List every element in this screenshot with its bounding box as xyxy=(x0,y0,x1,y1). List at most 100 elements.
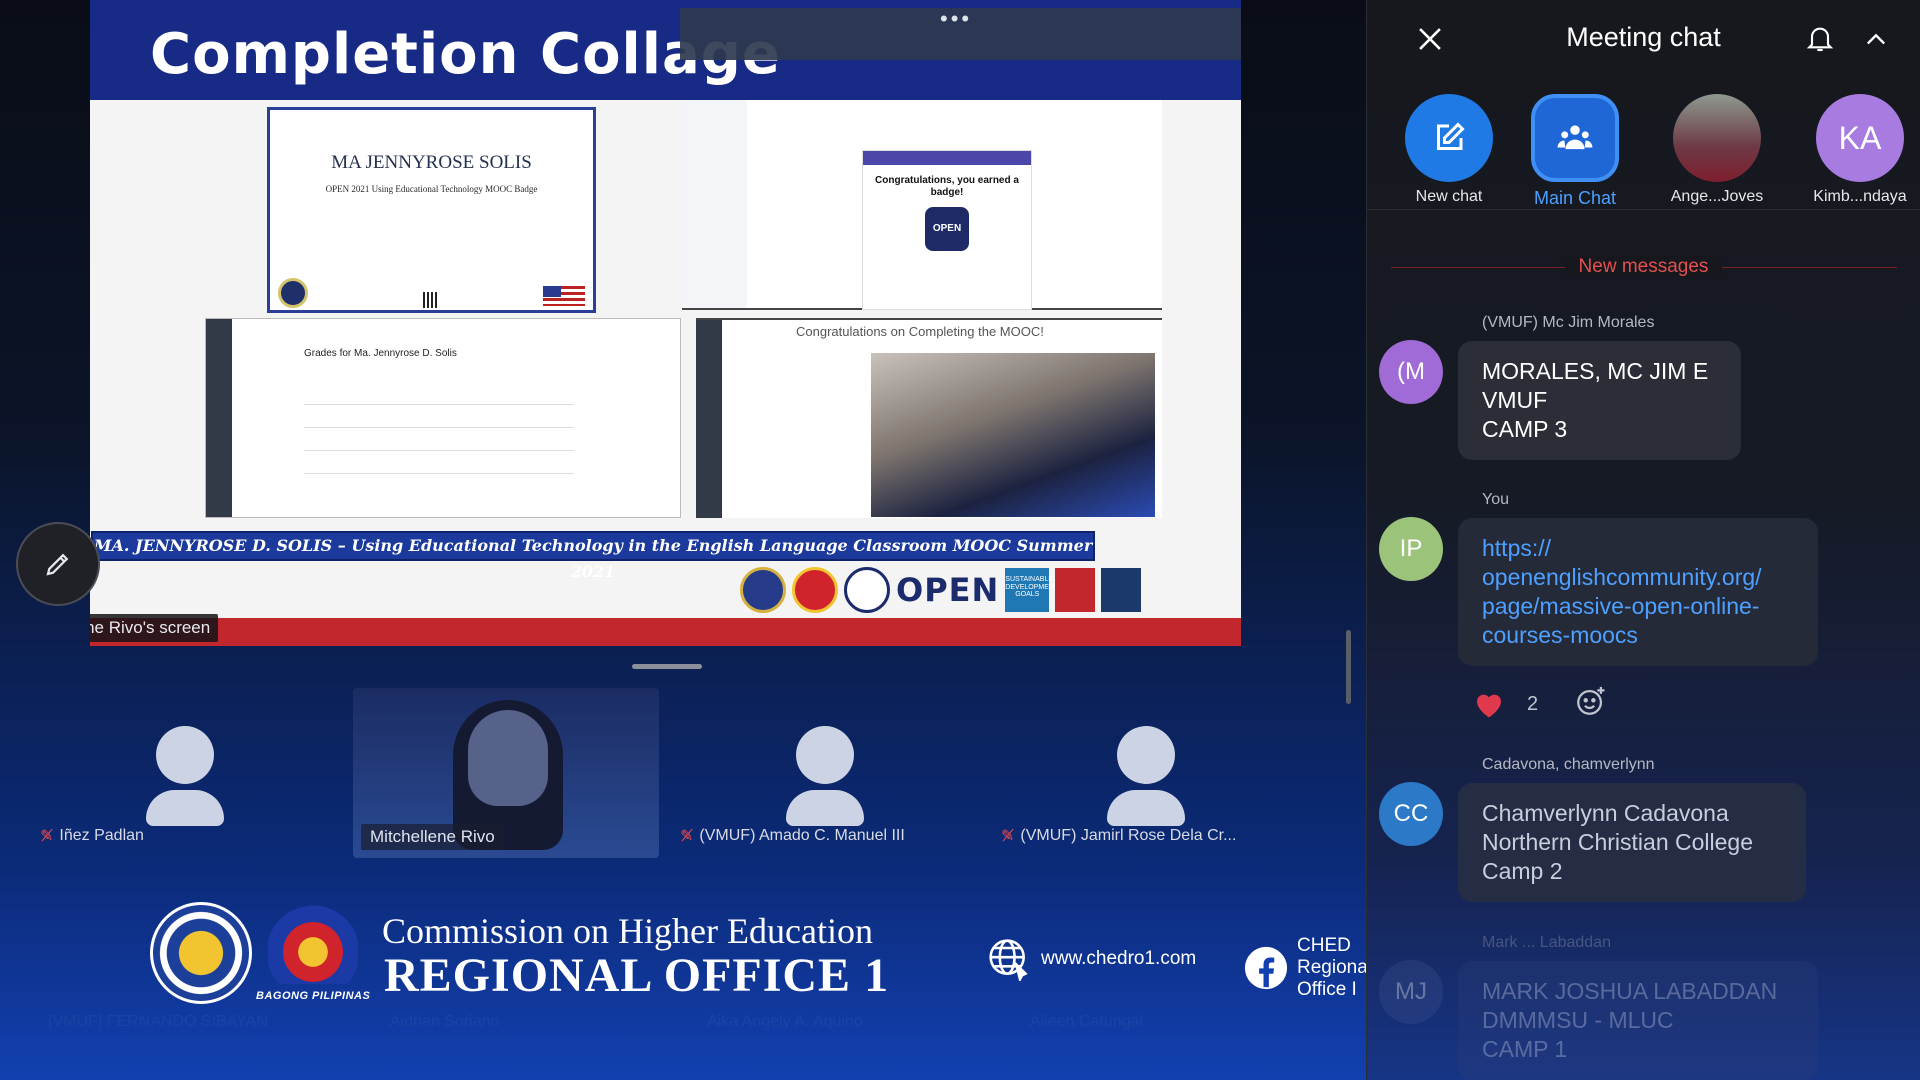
pencil-icon xyxy=(46,553,69,576)
collapse-button[interactable] xyxy=(1862,26,1890,59)
avatar xyxy=(1673,94,1761,182)
ched-name: Commission on Higher Education xyxy=(382,911,873,951)
participant-tile[interactable]: ✎̸ (VMUF) Amado C. Manuel III xyxy=(672,688,977,858)
mooc-title: Congratulations on Completing the MOOC! xyxy=(796,324,1044,339)
tab-label: New chat xyxy=(1415,188,1483,205)
tab-label: Main Chat xyxy=(1533,188,1617,208)
avatar: (M xyxy=(1379,340,1443,404)
sdg-17-icon xyxy=(1101,568,1142,612)
website-link: www.chedro1.com xyxy=(985,935,1196,983)
grades-table xyxy=(304,404,574,496)
meeting-chat-panel[interactable]: Meeting chat New chat Main Chat Ange...J… xyxy=(1366,0,1920,1080)
certificate-banner: MA. JENNYROSE D. SOLIS – Using Education… xyxy=(91,531,1095,581)
reaction-count: 2 xyxy=(1527,692,1539,715)
bagong-pilipinas-text: BAGONG PILIPINAS xyxy=(256,990,371,1002)
qr-code-icon xyxy=(423,292,439,308)
ched-office: REGIONAL OFFICE 1 xyxy=(384,949,890,1002)
avatar-placeholder-icon xyxy=(785,726,864,826)
mooc-completion-screenshot: Congratulations on Completing the MOOC! xyxy=(696,318,1162,518)
participant-name: (VMUF) Amado C. Manuel III xyxy=(699,827,905,844)
avatar: MJ xyxy=(1379,960,1443,1024)
region-seal-icon xyxy=(844,567,890,613)
open-logo: OPEN xyxy=(896,571,1000,609)
heart-reaction[interactable]: 2 xyxy=(1473,689,1538,719)
tab-main-chat[interactable]: Main Chat xyxy=(1515,90,1635,209)
tab-label: Ange...Joves xyxy=(1670,188,1764,205)
group-icon xyxy=(1557,125,1593,150)
certificate-image: MA JENNYROSE SOLIS OPEN 2021 Using Educa… xyxy=(267,107,596,313)
grades-sidebar xyxy=(206,319,232,517)
badge-card-text: Congratulations, you earned a badge! xyxy=(875,175,1019,198)
new-messages-label: New messages xyxy=(1564,256,1723,277)
bagong-pilipinas-icon xyxy=(792,567,838,613)
partner-logos: OPEN SUSTAINABLE DEVELOPMENT GOALS xyxy=(740,565,1241,615)
chat-header: Meeting chat xyxy=(1367,0,1920,80)
mooc-sidebar xyxy=(696,320,722,518)
globe-icon xyxy=(985,935,1033,983)
heart-icon xyxy=(1477,694,1501,718)
avatar: CC xyxy=(1379,782,1443,846)
tab-label: Kimb...ndaya xyxy=(1813,188,1907,205)
message-bubble[interactable]: MARK JOSHUA LABADDAN DMMMSU - MLUC CAMP … xyxy=(1458,961,1818,1080)
tab-private-chat[interactable]: Ange...Joves xyxy=(1657,90,1777,206)
add-reaction-button[interactable] xyxy=(1574,684,1608,724)
chat-tabs: New chat Main Chat Ange...Joves KA Kimb.… xyxy=(1367,90,1920,210)
annotate-button[interactable] xyxy=(16,522,100,606)
participant-tile[interactable]: ✎̸ (VMUF) Jamirl Rose Dela Cr... xyxy=(993,688,1298,858)
participant-name: Mitchellene Rivo xyxy=(361,824,504,850)
share-footer-bar xyxy=(90,618,1241,646)
mic-off-icon: ✎̸ xyxy=(40,828,54,845)
ched-brand-overlay: BAGONG PILIPINAS Commission on Higher Ed… xyxy=(0,880,1752,1030)
screen-owner-label: Mitchellene Rivo's screen xyxy=(90,614,219,642)
participant-video xyxy=(468,710,548,806)
avatar: KA xyxy=(1816,94,1904,182)
message-sender: Cadavona, chamverlynn xyxy=(1482,756,1655,773)
chat-scrollbar[interactable] xyxy=(1346,630,1351,704)
grades-title: Grades for Ma. Jennyrose D. Solis xyxy=(304,348,457,359)
facebook-text: CHED Regional Office I xyxy=(1297,935,1372,1000)
tab-private-chat[interactable]: KA Kimb...ndaya xyxy=(1800,90,1920,206)
stage-resize-handle[interactable] xyxy=(632,664,702,669)
avatar: IP xyxy=(1379,517,1443,581)
mic-off-icon: ✎̸ xyxy=(680,828,694,845)
grades-screenshot: Grades for Ma. Jennyrose D. Solis xyxy=(205,318,681,518)
certificate-subtitle: OPEN 2021 Using Educational Technology M… xyxy=(325,184,538,194)
facebook-icon xyxy=(1243,944,1289,992)
message-sender: Mark ... Labaddan xyxy=(1482,934,1611,951)
participant-name: Iñez Padlan xyxy=(59,827,144,844)
badge-email-screenshot: Congratulations, you earned a badge! OPE… xyxy=(682,100,1162,310)
participant-name: (VMUF) Jamirl Rose Dela Cr... xyxy=(1020,827,1237,844)
bell-icon xyxy=(1806,27,1834,52)
sdg-4-icon xyxy=(1055,568,1096,612)
mic-off-icon: ✎̸ xyxy=(1001,828,1015,845)
flag-icon xyxy=(543,286,585,306)
sdg-logo: SUSTAINABLE DEVELOPMENT GOALS xyxy=(1005,568,1058,612)
facebook-link: CHED Regional Office I xyxy=(1243,935,1374,1001)
certificate-name: MA JENNYROSE SOLIS xyxy=(331,152,532,173)
message-bubble[interactable]: Chamverlynn Cadavona Northern Christian … xyxy=(1458,783,1806,902)
participant-video-tile[interactable]: Mitchellene Rivo xyxy=(353,688,659,858)
graduate-photo xyxy=(871,353,1155,517)
badge-card: Congratulations, you earned a badge! OPE… xyxy=(862,150,1032,310)
link-message-bubble[interactable]: https:// openenglishcommunity.org/ page/… xyxy=(1458,518,1818,666)
chevron-up-icon xyxy=(1867,33,1885,45)
message-sender: You xyxy=(1482,491,1509,508)
website-text: www.chedro1.com xyxy=(1041,948,1197,969)
more-options-icon[interactable]: ••• xyxy=(940,6,972,32)
email-sidebar xyxy=(682,100,747,308)
avatar-placeholder-icon xyxy=(145,726,224,826)
seal-icon xyxy=(278,278,308,308)
message-reactions: 2 xyxy=(1473,684,1608,724)
chat-title: Meeting chat xyxy=(1566,22,1721,52)
ched-seal-icon xyxy=(150,902,252,1004)
tab-new-chat[interactable]: New chat xyxy=(1389,90,1509,206)
embassy-seal-icon xyxy=(740,567,786,613)
notifications-button[interactable] xyxy=(1804,22,1836,59)
bagong-pilipinas-logo-icon xyxy=(268,904,358,984)
add-emoji-icon xyxy=(1577,686,1605,715)
participant-tile[interactable]: ✎̸ Iñez Padlan xyxy=(32,688,337,858)
open-badge-icon: OPEN xyxy=(925,207,969,251)
compose-icon xyxy=(1437,122,1465,150)
avatar-placeholder-icon xyxy=(1106,726,1185,826)
message-bubble[interactable]: MORALES, MC JIM E VMUF CAMP 3 xyxy=(1458,341,1741,460)
